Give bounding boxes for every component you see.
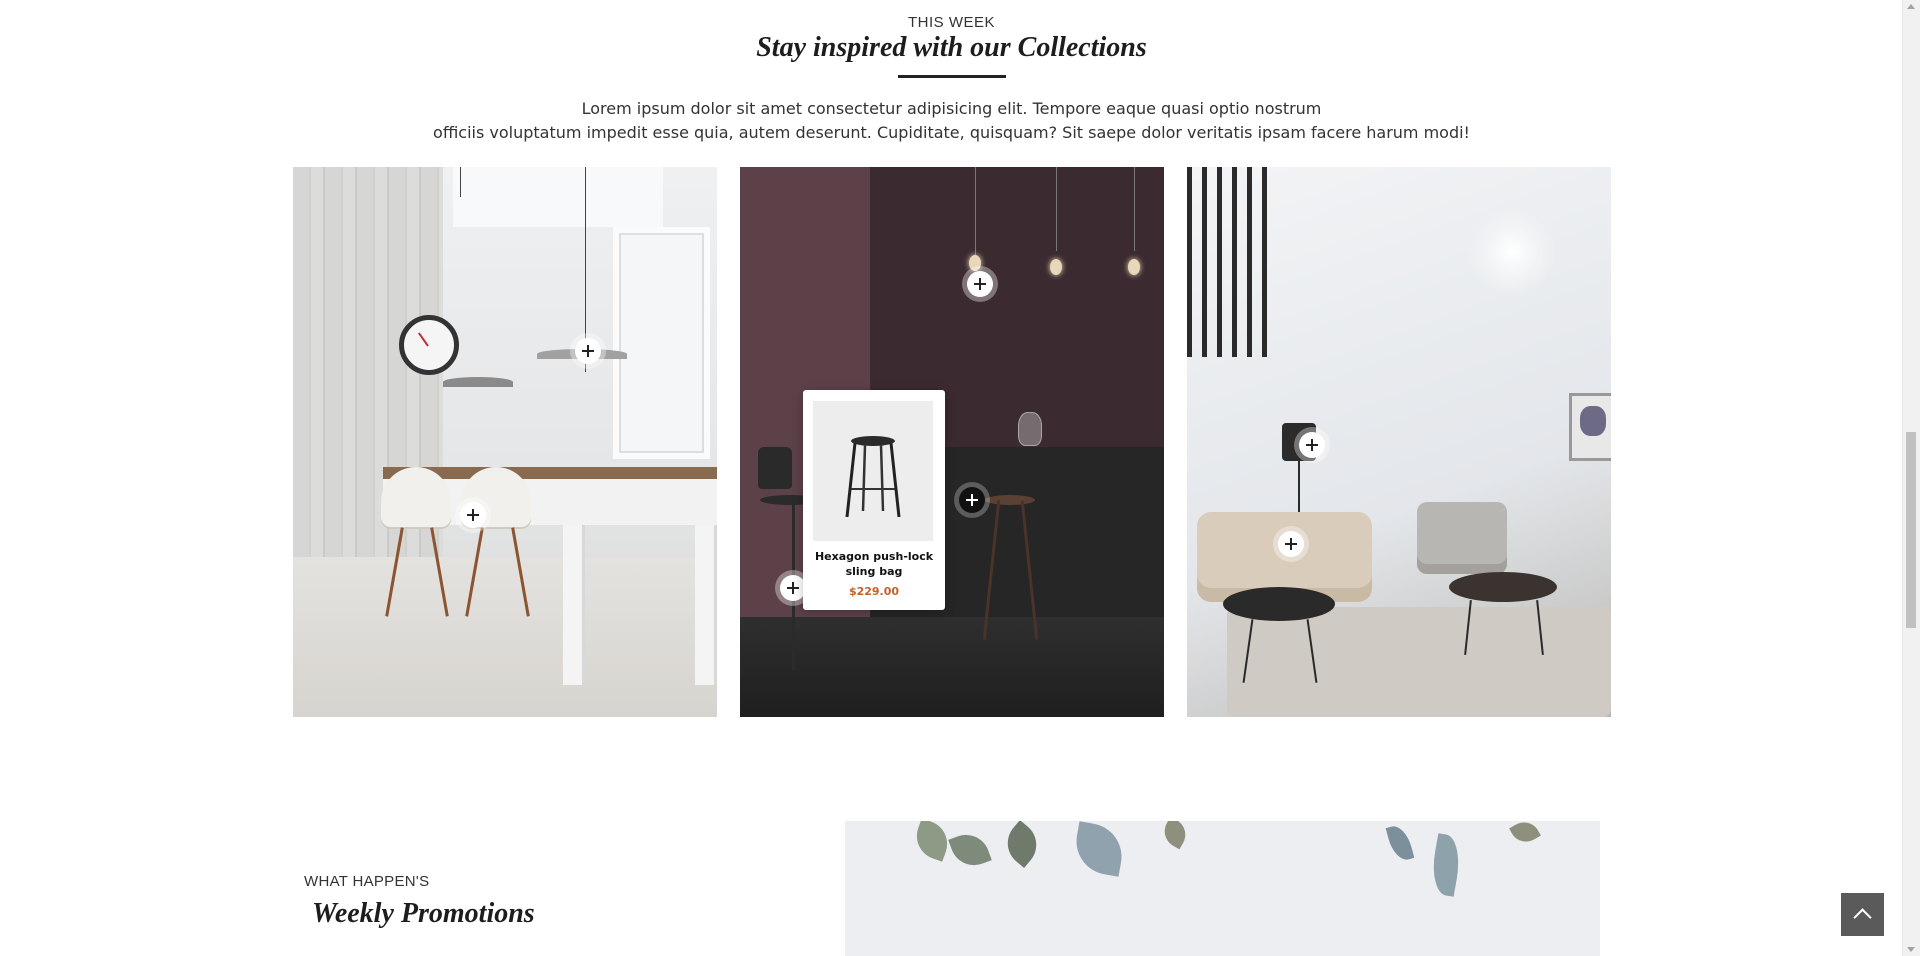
stool-product-icon [845, 436, 901, 518]
product-popup-card[interactable]: Hexagon push-lock sling bag $229.00 [803, 390, 945, 610]
plus-icon [966, 494, 978, 506]
plus-icon [1285, 538, 1297, 550]
product-hotspot-floor-lamp[interactable] [1299, 432, 1325, 458]
leaf-decoration [1071, 821, 1127, 877]
title-underline-divider [898, 75, 1006, 78]
scroll-down-arrow-icon[interactable] [1907, 947, 1915, 952]
round-coffee-table [1223, 587, 1335, 621]
intro-line-2: officiis voluptatum impedit esse quia, a… [433, 123, 1470, 142]
wall-clock-icon [399, 315, 459, 375]
collections-eyebrow: THIS WEEK [907, 14, 995, 31]
product-name[interactable]: Hexagon push-lock sling bag [809, 549, 939, 579]
product-hotspot-bulb[interactable] [967, 271, 993, 297]
bulb-cord [1134, 167, 1135, 251]
promotions-title: Weekly Promotions [312, 898, 535, 929]
collection-image-dining-room [293, 167, 717, 717]
product-image[interactable] [813, 401, 933, 541]
plus-icon [974, 278, 986, 290]
leaf-decoration [948, 828, 992, 872]
armchair [1417, 502, 1507, 574]
plus-icon [582, 345, 594, 357]
table-leg [563, 525, 585, 685]
product-price: $229.00 [848, 585, 900, 598]
leaf-decoration [1427, 833, 1465, 897]
plus-icon [467, 509, 479, 521]
promotion-banner-image[interactable] [845, 821, 1600, 956]
back-to-top-button[interactable] [1841, 893, 1884, 936]
product-hotspot-sofa[interactable] [1278, 531, 1304, 557]
pendant-bulb [969, 255, 981, 271]
table-leg [695, 525, 717, 685]
pendant-bulb [1050, 259, 1062, 275]
product-hotspot-stool-active[interactable] [959, 487, 985, 513]
window [613, 227, 710, 459]
leaf-decoration [1158, 821, 1192, 850]
pendant-lamp-1 [443, 377, 513, 387]
scrollbar-thumb[interactable] [1906, 432, 1916, 628]
collections-intro: Lorem ipsum dolor sit amet consectetur a… [0, 97, 1903, 145]
floor [740, 617, 1164, 717]
leaf-decoration [910, 821, 954, 862]
collection-image-living-room [1187, 167, 1611, 717]
rug [1227, 607, 1611, 717]
lamp-cord [460, 167, 461, 197]
scroll-up-arrow-icon[interactable] [1907, 4, 1915, 9]
leaf-decoration [1509, 821, 1541, 848]
plus-icon [787, 582, 799, 594]
pendant-bulb [1128, 259, 1140, 275]
glass-vase [1018, 412, 1042, 446]
product-hotspot-chair[interactable] [460, 502, 486, 528]
stair-railing [1187, 167, 1272, 357]
intro-line-1: Lorem ipsum dolor sit amet consectetur a… [581, 99, 1322, 118]
product-hotspot-lamp[interactable] [575, 338, 601, 364]
round-side-table [1449, 572, 1557, 602]
floor [293, 557, 717, 717]
kettle [758, 447, 792, 489]
leaf-decoration [1385, 823, 1415, 863]
plus-icon [1306, 439, 1318, 451]
page-scrollbar[interactable] [1902, 0, 1920, 956]
collections-title: Stay inspired with our Collections [756, 32, 1147, 63]
wall-picture-frame [1569, 393, 1611, 461]
wall-light-spot [1467, 207, 1557, 297]
bar-stool-seat [985, 495, 1035, 505]
bulb-cord [1056, 167, 1057, 251]
bulb-cord [975, 167, 976, 257]
leaf-decoration [998, 821, 1046, 868]
chevron-up-icon [1853, 908, 1872, 927]
skylight [453, 167, 663, 227]
promotions-eyebrow: WHAT HAPPEN'S [304, 873, 430, 890]
